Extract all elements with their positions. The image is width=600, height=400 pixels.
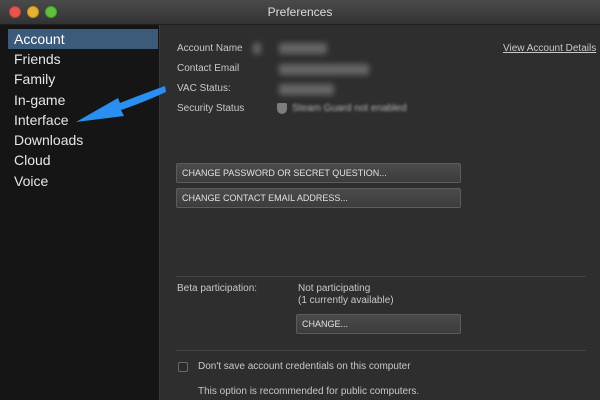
annotation-arrow-icon [76,86,166,122]
